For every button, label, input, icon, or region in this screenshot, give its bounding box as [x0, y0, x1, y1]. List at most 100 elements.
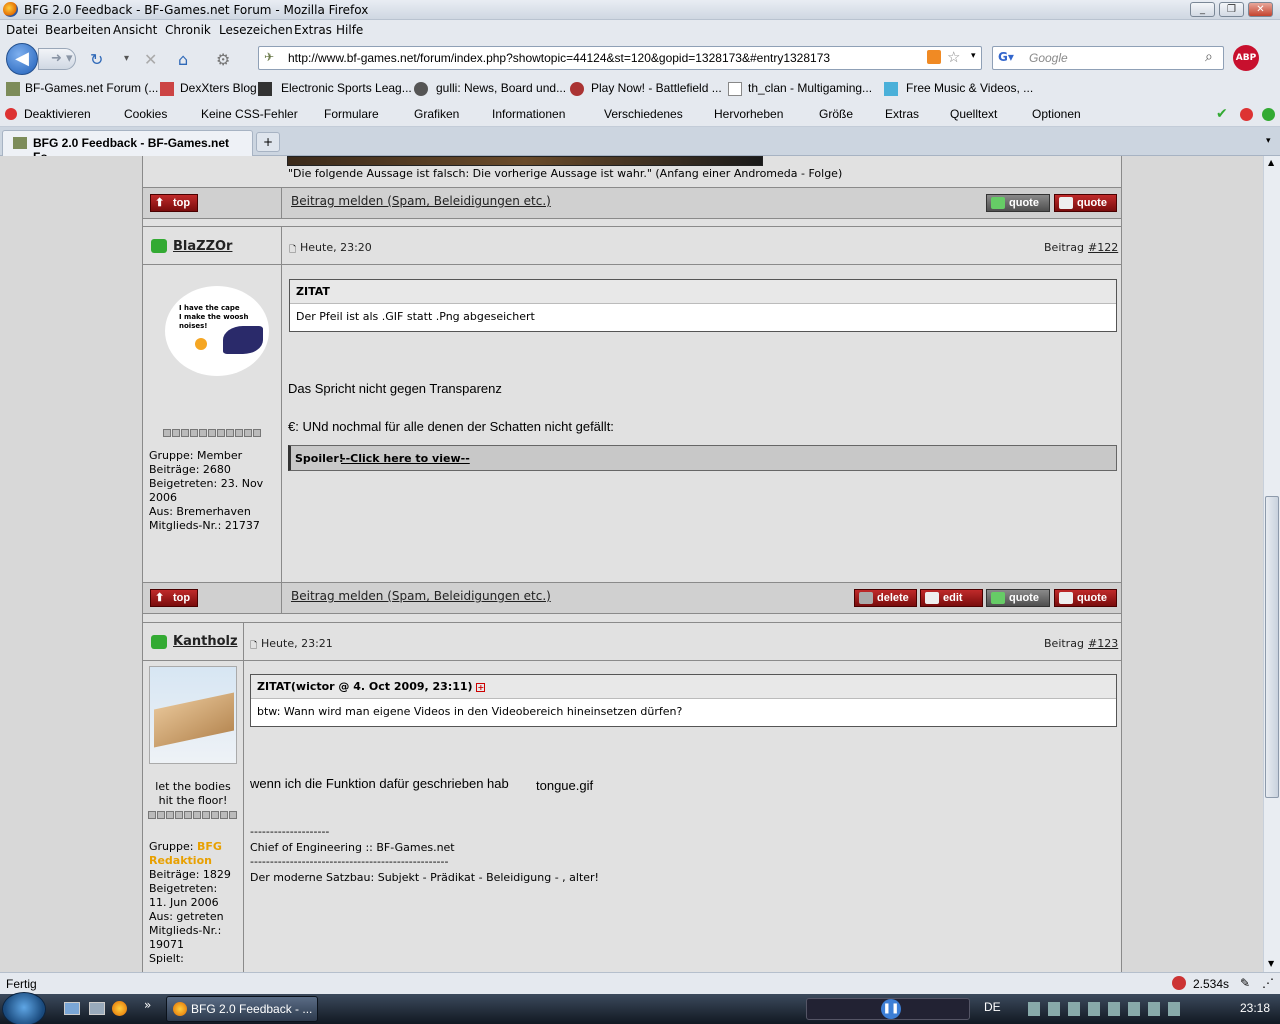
- bookmark-bfgames[interactable]: BF-Games.net Forum (...: [25, 81, 158, 95]
- report-link[interactable]: Beitrag melden (Spam, Beleidigungen etc.…: [291, 589, 551, 603]
- bookmark-esl[interactable]: Electronic Sports Leag...: [281, 81, 412, 95]
- error-icon[interactable]: [1240, 108, 1253, 121]
- start-button[interactable]: [2, 992, 46, 1024]
- close-button[interactable]: ✕: [1248, 2, 1273, 17]
- bookmark-thclan[interactable]: th_clan - Multigaming...: [748, 81, 872, 95]
- bookmark-favicon-icon: [6, 82, 20, 96]
- scroll-down-icon[interactable]: ▼: [1268, 959, 1274, 968]
- edit-button[interactable]: edit: [920, 589, 983, 607]
- tools-icon[interactable]: ⚙: [216, 50, 230, 69]
- spoiler-label: Spoiler!: [295, 452, 344, 465]
- valid-icon[interactable]: [1262, 108, 1275, 121]
- search-icon[interactable]: ⌕: [1205, 49, 1213, 65]
- adblock-icon[interactable]: ABP: [1233, 45, 1259, 71]
- post-number-link[interactable]: #122: [1088, 241, 1118, 254]
- menu-datei[interactable]: Datei: [6, 23, 38, 37]
- smiley-image-alt: tongue.gif: [536, 778, 594, 793]
- forward-button[interactable]: ➜ ▾: [38, 48, 76, 70]
- rss-icon[interactable]: [927, 50, 941, 64]
- language-indicator[interactable]: DE: [984, 1000, 1001, 1014]
- tools-icon[interactable]: ✎: [1240, 976, 1250, 990]
- multiquote-button[interactable]: quote: [986, 589, 1050, 607]
- bookmarks-toolbar: BF-Games.net Forum (... DexXters Blog El…: [0, 76, 1280, 102]
- menu-hilfe[interactable]: Hilfe: [336, 23, 363, 37]
- url-text[interactable]: http://www.bf-games.net/forum/index.php?…: [288, 51, 830, 65]
- google-icon[interactable]: G▾: [998, 50, 1014, 64]
- post-username[interactable]: Kantholz: [173, 634, 238, 649]
- wd-grafiken[interactable]: Grafiken: [414, 107, 459, 121]
- taskbar: » BFG 2.0 Feedback - ... ❚❚ DE 23:18: [0, 992, 1280, 1024]
- wd-quelltext[interactable]: Quelltext: [950, 107, 997, 121]
- history-dropdown-icon[interactable]: ▾: [124, 53, 129, 64]
- wd-cookies[interactable]: Cookies: [124, 107, 167, 121]
- spoiler-link[interactable]: --Click here to view--: [341, 452, 470, 465]
- tray-icons[interactable]: [1028, 1002, 1188, 1016]
- quote-button[interactable]: quote: [1054, 194, 1117, 212]
- webdeveloper-toolbar: Deaktivieren Cookies Keine CSS-Fehler Fo…: [0, 102, 1280, 127]
- post-icon: 🗋: [250, 641, 258, 651]
- url-bar[interactable]: ✈ http://www.bf-games.net/forum/index.ph…: [258, 46, 982, 70]
- stop-icon[interactable]: ✕: [144, 50, 157, 69]
- url-dropdown-icon[interactable]: ▾: [971, 51, 976, 61]
- wd-formulare[interactable]: Formulare: [324, 107, 379, 121]
- top-button[interactable]: ⬆ top: [150, 194, 198, 212]
- post-number-link[interactable]: #123: [1088, 637, 1118, 650]
- menu-chronik[interactable]: Chronik: [165, 23, 211, 37]
- report-link[interactable]: Beitrag melden (Spam, Beleidigungen etc.…: [291, 194, 551, 208]
- bookmark-dexxters[interactable]: DexXters Blog: [180, 81, 257, 95]
- bookmark-gulli[interactable]: gulli: News, Board und...: [436, 81, 566, 95]
- maximize-button[interactable]: ❐: [1219, 2, 1244, 17]
- tab-list-icon[interactable]: ▾: [1266, 136, 1271, 146]
- vertical-scrollbar[interactable]: ▲ ▼: [1263, 156, 1280, 972]
- bookmark-freemusic[interactable]: Free Music & Videos, ...: [906, 81, 1033, 95]
- menu-bearbeiten[interactable]: Bearbeiten: [45, 23, 111, 37]
- menu-lesezeichen[interactable]: Lesezeichen: [219, 23, 293, 37]
- taskbar-firefox-button[interactable]: BFG 2.0 Feedback - ...: [166, 996, 318, 1022]
- menu-extras[interactable]: Extras: [294, 23, 332, 37]
- scroll-up-icon[interactable]: ▲: [1268, 158, 1274, 167]
- post-username[interactable]: BlaZZOr: [173, 239, 232, 254]
- bookmark-playnow[interactable]: Play Now! - Battlefield ...: [591, 81, 722, 95]
- media-player-toolbar[interactable]: ❚❚: [806, 998, 970, 1020]
- quote-source-icon[interactable]: +: [476, 683, 486, 692]
- scroll-thumb[interactable]: [1265, 496, 1279, 798]
- delete-button[interactable]: delete: [854, 589, 917, 607]
- quote-header: ZITAT: [290, 280, 1116, 304]
- wd-optionen[interactable]: Optionen: [1032, 107, 1081, 121]
- post-time: Heute, 23:21: [261, 637, 333, 650]
- home-icon[interactable]: ⌂: [178, 50, 188, 69]
- wd-informationen[interactable]: Informationen: [492, 107, 565, 121]
- reload-icon[interactable]: ↻: [90, 50, 103, 69]
- addon-icon[interactable]: [1172, 976, 1186, 990]
- wd-groesse[interactable]: Größe: [819, 107, 853, 121]
- quote-button[interactable]: quote: [1054, 589, 1117, 607]
- tab-bar: BFG 2.0 Feedback - BF-Games.net Fo... + …: [0, 127, 1280, 164]
- load-time: 2.534s: [1193, 977, 1230, 991]
- show-desktop-icon[interactable]: [64, 1002, 80, 1015]
- menu-bar: Datei Bearbeiten Ansicht Chronik Lesezei…: [0, 20, 1280, 42]
- minimize-button[interactable]: _: [1190, 2, 1215, 17]
- spoiler-box[interactable]: Spoiler! --Click here to view--: [288, 445, 1117, 471]
- pause-icon[interactable]: ❚❚: [881, 999, 901, 1019]
- menu-ansicht[interactable]: Ansicht: [113, 23, 157, 37]
- top-button[interactable]: ⬆ top: [150, 589, 198, 607]
- wd-deaktivieren[interactable]: Deaktivieren: [24, 107, 91, 121]
- multiquote-button[interactable]: quote: [986, 194, 1050, 212]
- quote-box: ZITAT(wictor @ 4. Oct 2009, 23:11) + btw…: [250, 674, 1117, 727]
- tab-active[interactable]: BFG 2.0 Feedback - BF-Games.net Fo...: [2, 130, 253, 164]
- switch-windows-icon[interactable]: [89, 1002, 105, 1015]
- new-tab-button[interactable]: +: [256, 132, 280, 152]
- search-bar[interactable]: G▾ Google ⌕: [992, 46, 1224, 70]
- firefox-quicklaunch-icon[interactable]: [112, 1001, 127, 1016]
- wd-verschiedenes[interactable]: Verschiedenes: [604, 107, 683, 121]
- bookmark-favicon-icon: [258, 82, 272, 96]
- wd-hervorheben[interactable]: Hervorheben: [714, 107, 783, 121]
- resize-grip-icon: ⋰: [1262, 976, 1274, 990]
- wd-css[interactable]: Keine CSS-Fehler: [201, 107, 298, 121]
- wd-extras[interactable]: Extras: [885, 107, 919, 121]
- check-icon[interactable]: ✔: [1216, 106, 1228, 122]
- bookmark-star-icon[interactable]: ☆: [947, 48, 960, 66]
- quicklaunch-more-icon[interactable]: »: [144, 998, 151, 1012]
- signature-separator: ----------------------------------------…: [250, 855, 449, 868]
- back-button[interactable]: ◀: [6, 43, 38, 75]
